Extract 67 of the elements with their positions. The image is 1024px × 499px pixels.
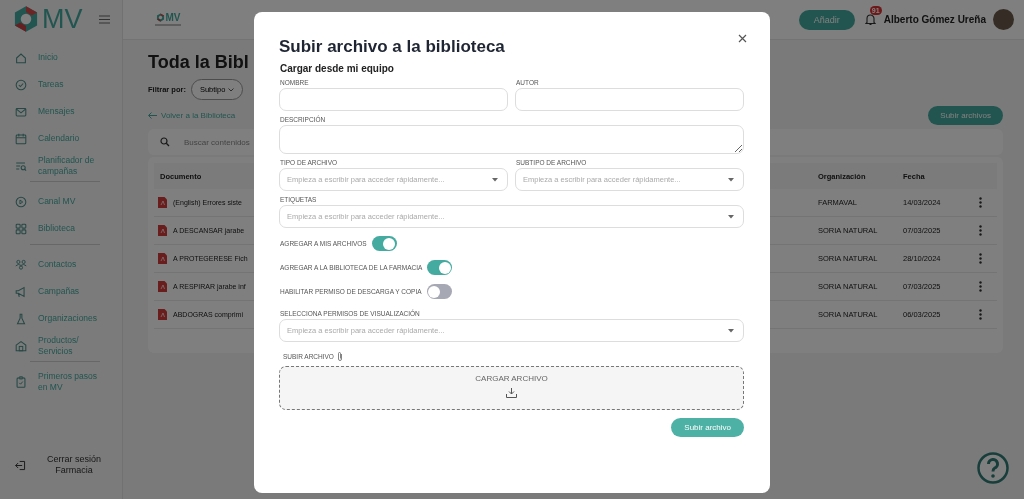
modal-title: Subir archivo a la biblioteca <box>279 37 506 57</box>
close-icon[interactable] <box>738 34 747 43</box>
building-icon <box>14 338 28 353</box>
sidebar-item[interactable]: Contactos <box>14 251 122 278</box>
caret-icon <box>728 215 734 219</box>
avatar[interactable] <box>993 9 1014 30</box>
arrow-left-icon[interactable] <box>148 112 157 119</box>
pdf-file-icon <box>158 281 167 292</box>
more-options-icon[interactable] <box>979 225 982 236</box>
logout-icon[interactable] <box>14 458 27 472</box>
logout-link[interactable]: Cerrar sesión Farmacia <box>39 453 109 477</box>
sidebar-item[interactable]: Mensajes <box>14 98 122 125</box>
clipboard-icon <box>14 374 28 389</box>
user-name[interactable]: Alberto Gómez Ureña <box>883 14 986 25</box>
toggle-switch[interactable] <box>371 236 397 251</box>
section-title: Cargar desde mi equipo <box>280 63 395 74</box>
page-title: Toda la Bibl <box>148 52 249 73</box>
sidebar-item[interactable]: Planificador de campañas <box>14 152 122 179</box>
caret-icon <box>728 178 734 182</box>
logo-text: MV <box>42 3 83 35</box>
caret-icon <box>492 178 498 182</box>
organization-logo-text: MV <box>165 12 181 23</box>
submit-button[interactable]: Subir archivo <box>671 418 744 437</box>
grid-icon <box>14 221 28 236</box>
caret-icon <box>228 87 235 92</box>
search-icon <box>160 137 170 147</box>
pdf-file-icon <box>158 253 167 264</box>
logo-tagline-icon <box>155 24 181 27</box>
megaphone-icon <box>14 284 28 299</box>
text-input[interactable] <box>279 88 508 111</box>
sidebar-item[interactable]: Campañas <box>14 278 122 305</box>
upload-files-button[interactable]: Subir archivos <box>928 106 1003 125</box>
paperclip-icon <box>336 351 343 362</box>
more-options-icon[interactable] <box>979 253 982 264</box>
menu-icon[interactable] <box>98 14 110 24</box>
sidebar-item[interactable]: Inicio <box>14 44 122 71</box>
sidebar-item[interactable]: Calendario <box>14 125 122 152</box>
toggle-switch[interactable] <box>426 284 452 299</box>
textarea-input[interactable] <box>279 125 744 154</box>
calendar-icon <box>14 131 28 146</box>
pdf-file-icon <box>158 225 167 236</box>
toggle-switch[interactable] <box>427 260 453 275</box>
more-options-icon[interactable] <box>979 197 982 208</box>
bell-icon[interactable] <box>864 13 876 26</box>
sidebar-item[interactable]: Tareas <box>14 71 122 98</box>
pdf-file-icon <box>158 309 167 320</box>
sidebar-item[interactable]: Primeros pasos en MV <box>14 368 122 395</box>
sidebar-item[interactable]: Canal MV <box>14 188 122 215</box>
logo-icon <box>12 5 40 33</box>
sidebar-item[interactable]: Productos/ Servicios <box>14 332 122 359</box>
help-icon[interactable] <box>977 452 1009 484</box>
add-button[interactable]: Añadir <box>798 9 855 30</box>
play-circle-icon <box>14 194 28 209</box>
check-circle-icon <box>14 77 28 92</box>
download-icon <box>506 388 517 398</box>
file-dropzone[interactable]: CARGAR ARCHIVO <box>279 366 744 410</box>
caret-icon <box>728 329 734 333</box>
logo-icon <box>155 13 165 22</box>
sidebar-item[interactable]: Biblioteca <box>14 215 122 242</box>
sidebar-item[interactable]: Organizaciones <box>14 305 122 332</box>
back-link[interactable]: Volver a la Biblioteca <box>161 111 236 120</box>
text-input[interactable] <box>515 88 744 111</box>
flask-icon <box>14 311 28 326</box>
pdf-file-icon <box>158 197 167 208</box>
more-options-icon[interactable] <box>979 281 982 292</box>
more-options-icon[interactable] <box>979 309 982 320</box>
people-icon <box>14 257 28 272</box>
